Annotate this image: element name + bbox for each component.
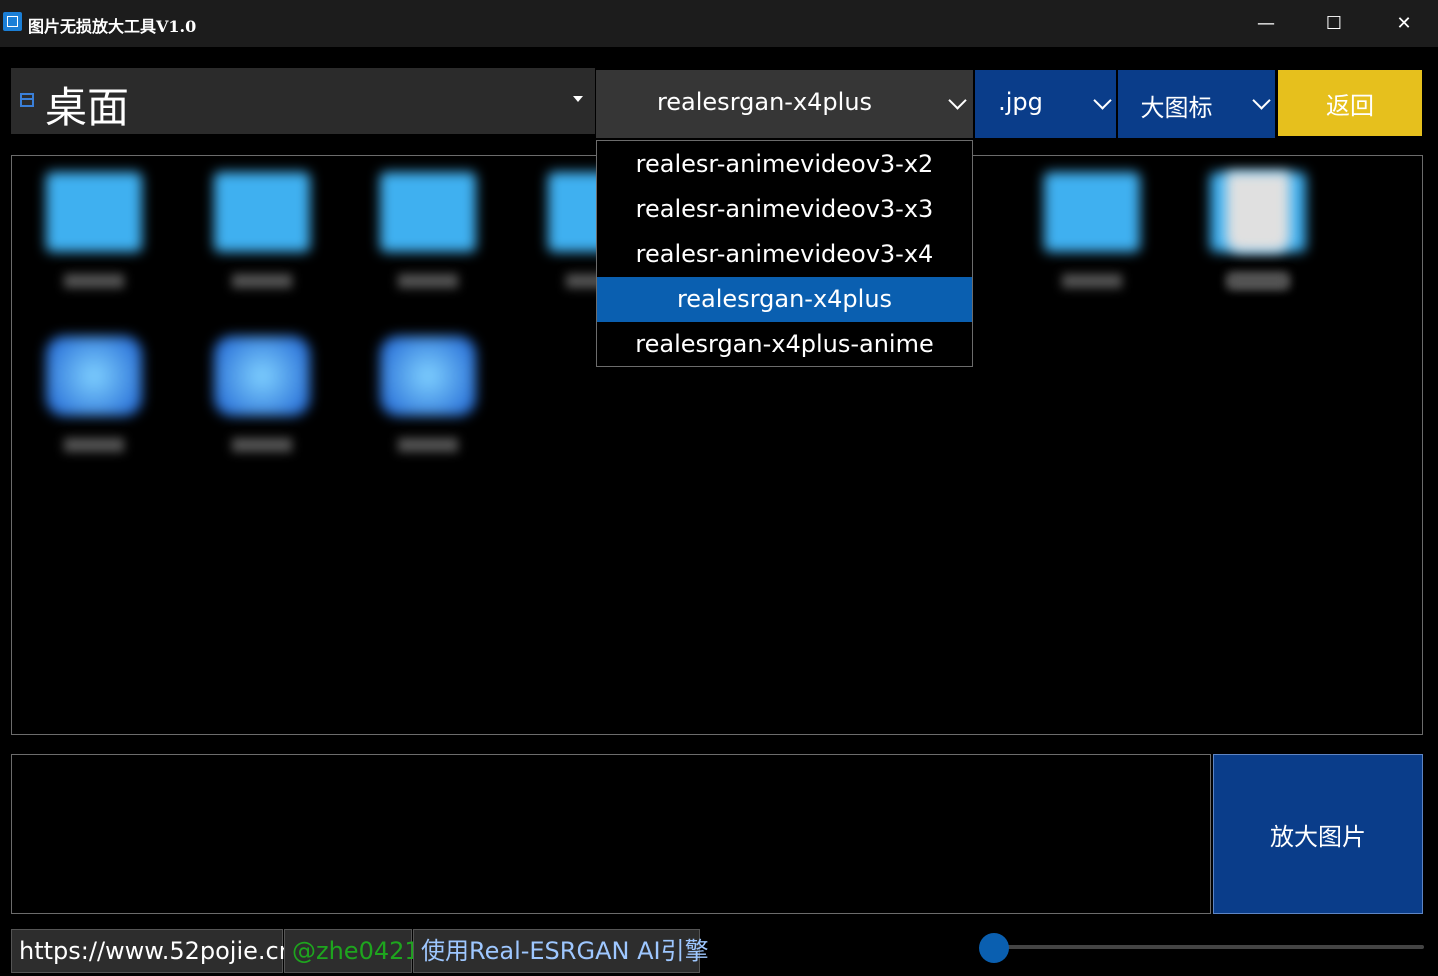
- app-icon: [46, 336, 142, 416]
- window-title: 图片无损放大工具V1.0: [28, 17, 197, 36]
- file-item[interactable]: [192, 164, 332, 314]
- close-button[interactable]: ✕: [1370, 0, 1438, 47]
- file-label: [232, 274, 292, 288]
- model-option[interactable]: realesr-animevideov3-x2: [597, 142, 972, 187]
- file-label: [64, 438, 124, 452]
- folder-icon: [46, 172, 142, 252]
- file-item[interactable]: [24, 328, 164, 478]
- minimize-button[interactable]: —: [1232, 0, 1300, 47]
- upscale-button[interactable]: 放大图片: [1213, 754, 1423, 914]
- model-dropdown-list: realesr-animevideov3-x2 realesr-animevid…: [596, 140, 973, 367]
- model-option[interactable]: realesrgan-x4plus-anime: [597, 322, 972, 367]
- file-label: [1228, 274, 1288, 288]
- app-icon: [214, 336, 310, 416]
- format-selected-value: .jpg: [998, 88, 1043, 116]
- folder-icon: [214, 172, 310, 252]
- slider-track[interactable]: [990, 945, 1424, 949]
- file-item[interactable]: [358, 328, 498, 478]
- caret-down-icon[interactable]: [573, 96, 583, 102]
- chevron-down-icon: [1252, 91, 1271, 110]
- model-select[interactable]: realesrgan-x4plus: [596, 70, 973, 138]
- chevron-down-icon: [1093, 91, 1112, 110]
- chevron-down-icon: [948, 91, 967, 110]
- folder-icon: [380, 172, 476, 252]
- file-item[interactable]: [358, 164, 498, 314]
- file-label: [1062, 274, 1122, 288]
- back-button[interactable]: 返回: [1278, 70, 1422, 136]
- app-icon: [380, 336, 476, 416]
- folder-icon: [20, 93, 34, 107]
- model-option[interactable]: realesr-animevideov3-x4: [597, 232, 972, 277]
- file-label: [398, 438, 458, 452]
- view-selected-value: 大图标: [1140, 94, 1213, 122]
- file-item[interactable]: [24, 164, 164, 314]
- folder-icon: [1044, 172, 1140, 252]
- path-combobox[interactable]: 桌面: [11, 68, 595, 134]
- maximize-button[interactable]: ☐: [1300, 0, 1368, 47]
- author-label: @zhe0421: [284, 929, 420, 973]
- model-option[interactable]: realesr-animevideov3-x3: [597, 187, 972, 232]
- log-output: [11, 754, 1211, 914]
- file-item[interactable]: [1188, 164, 1328, 314]
- title-bar: 图片无损放大工具V1.0 — ☐ ✕: [0, 0, 1438, 47]
- recycle-bin-icon: [1226, 172, 1290, 252]
- file-label: [398, 274, 458, 288]
- slider-thumb[interactable]: [979, 933, 1009, 963]
- current-path: 桌面: [45, 83, 130, 132]
- site-link[interactable]: https://www.52pojie.cn: [11, 929, 294, 973]
- view-mode-select[interactable]: 大图标: [1118, 70, 1275, 138]
- model-selected-value: realesrgan-x4plus: [656, 88, 873, 116]
- file-label: [64, 274, 124, 288]
- file-item[interactable]: [192, 328, 332, 478]
- engine-label: 使用Real-ESRGAN AI引擎: [413, 929, 709, 973]
- format-select[interactable]: .jpg: [975, 70, 1116, 138]
- file-item[interactable]: [1022, 164, 1162, 314]
- app-icon: [3, 12, 22, 31]
- file-label: [232, 438, 292, 452]
- model-option-selected[interactable]: realesrgan-x4plus: [597, 277, 972, 322]
